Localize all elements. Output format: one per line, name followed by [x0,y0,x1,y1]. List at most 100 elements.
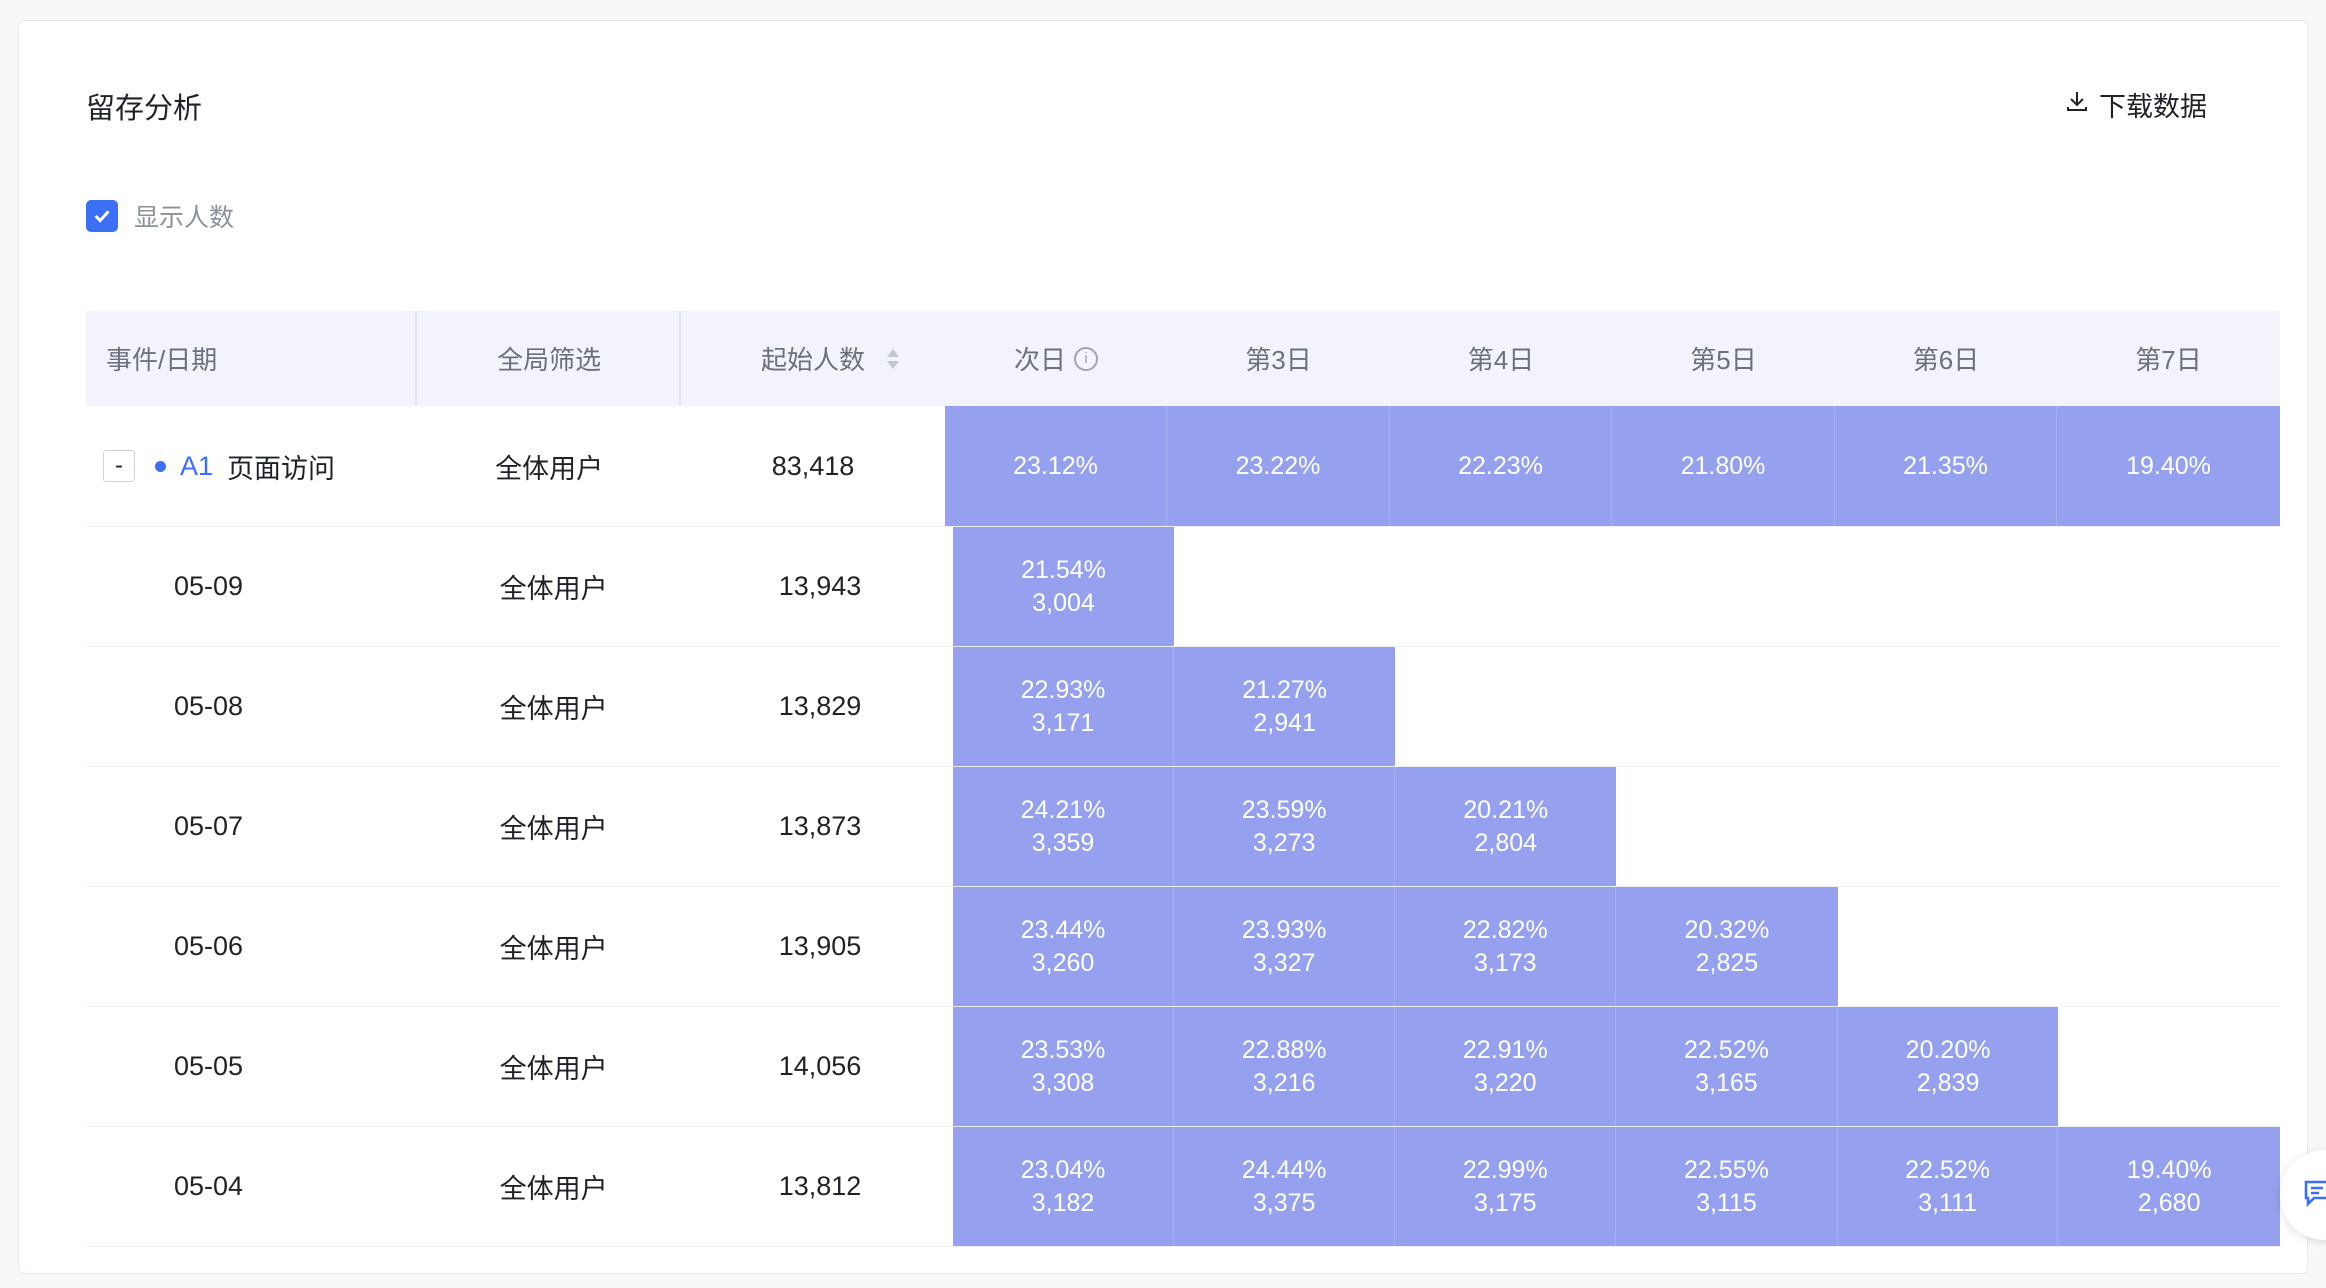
retention-cell: 24.44% 3,375 [1173,1127,1396,1246]
date-cell: 05-08 [174,691,244,721]
retention-rate: 22.99% [1462,1155,1548,1184]
empty-cell [2058,1007,2281,1126]
retention-count: 3,182 [1031,1188,1095,1217]
retention-cell: 21.54% 3,004 [953,527,1174,646]
retention-count: 2,804 [1474,828,1538,857]
retention-rate: 23.53% [1020,1035,1106,1064]
retention-count: 3,273 [1252,828,1316,857]
empty-cell [1837,527,2059,646]
start-count-cell: 14,056 [778,1051,862,1081]
retention-rate-cell: 23.22% [1167,406,1390,526]
column-header-day-3: 第4日 [1467,345,1535,375]
table-row: 05-05 全体用户 14,056 23.53% 3,308 22.88% 3,216 22.… [86,1007,2281,1127]
column-header-day-2: 第3日 [1245,345,1312,375]
start-count-cell: 13,873 [778,811,862,841]
show-count-option[interactable]: 显示人数 [86,198,234,234]
retention-count: 3,165 [1695,1068,1758,1097]
page-title: 留存分析 [86,93,203,125]
retention-cell: 23.04% 3,182 [953,1127,1174,1246]
start-count-cell: 13,905 [778,931,862,961]
empty-cell [2058,767,2281,886]
retention-count: 3,359 [1031,828,1095,857]
empty-cell [2058,527,2280,646]
retention-cell: 23.59% 3,273 [1173,767,1396,886]
column-header-event-date: 事件/日期 [86,311,418,406]
empty-cell [2058,647,2280,766]
filter-cell: 全体用户 [495,453,604,484]
retention-cell: 20.20% 2,839 [1837,1007,2059,1126]
retention-rate: 19.40% [2126,1155,2212,1184]
column-header-day-1: 次日 i [945,311,1167,406]
event-name: 页面访问 [227,453,336,484]
retention-table: 事件/日期 全局筛选 起始人数 次日 i 第3日 第4日 第5日 第6日 第7日 - A1 … [86,311,2281,1247]
download-button[interactable]: 下载数据 [2065,85,2207,124]
retention-cell: 23.93% 3,327 [1173,887,1396,1006]
retention-rate: 23.93% [1241,915,1327,944]
retention-cell: 21.27% 2,941 [1173,647,1396,766]
retention-rate: 23.59% [1241,795,1327,824]
retention-rate: 23.12% [1013,451,1098,480]
retention-rate: 24.21% [1020,795,1106,824]
retention-rate: 22.52% [1905,1155,1990,1184]
column-header-filter: 全局筛选 [417,311,681,406]
filter-cell: 全体用户 [499,1174,608,1204]
retention-count: 3,308 [1031,1068,1095,1097]
info-icon[interactable]: i [1073,346,1098,371]
retention-rate: 22.82% [1462,915,1548,944]
retention-rate: 21.54% [1021,555,1106,584]
date-cell: 05-05 [174,1051,244,1081]
retention-count: 2,680 [2137,1188,2201,1217]
retention-rate-cell: 21.35% [1835,406,2057,526]
event-code: A1 [180,450,214,481]
retention-rate: 23.22% [1235,451,1321,480]
retention-cell: 22.91% 3,220 [1395,1007,1617,1126]
retention-count: 2,941 [1253,708,1316,737]
retention-cell: 22.99% 3,175 [1395,1127,1617,1246]
retention-cell: 22.88% 3,216 [1173,1007,1396,1126]
date-cell: 05-07 [174,811,244,841]
table-row: 05-07 全体用户 13,873 24.21% 3,359 23.59% 3,273 20.… [86,767,2281,887]
retention-rate-cell: 22.23% [1390,406,1612,526]
retention-cell: 23.53% 3,308 [953,1007,1174,1126]
start-count-cell: 13,943 [778,571,862,601]
retention-count: 3,115 [1696,1188,1757,1217]
column-header-start-count[interactable]: 起始人数 [681,311,945,406]
column-header-day-4: 第5日 [1690,345,1757,375]
retention-count: 3,375 [1252,1188,1316,1217]
empty-cell [1173,527,1396,646]
table-row: 05-08 全体用户 13,829 22.93% 3,171 21.27% 2,941 [86,647,2280,767]
filter-cell: 全体用户 [499,1054,608,1084]
table-row-group: - A1 页面访问 全体用户 83,418 23.12% 23.22% 22.23%… [86,406,2280,527]
retention-count: 3,173 [1474,948,1537,977]
retention-cell: 19.40% 2,680 [2058,1127,2281,1246]
retention-panel: 留存分析 下载数据 显示人数 事件/日期 全局筛选 起始人数 次日 i 第3日 … [18,20,2308,1274]
start-count-cell: 13,829 [778,691,862,721]
retention-rate: 20.21% [1463,795,1549,824]
retention-count: 2,825 [1695,948,1759,977]
column-header-day-5: 第6日 [1912,345,1980,375]
retention-rate: 21.35% [1903,451,1988,480]
retention-cell: 22.52% 3,111 [1837,1127,2059,1246]
empty-cell [1837,887,2059,1006]
retention-rate: 22.52% [1684,1035,1769,1064]
retention-rate: 23.44% [1020,915,1106,944]
retention-rate: 22.93% [1020,675,1106,704]
collapse-button[interactable]: - [103,450,135,482]
retention-cell: 24.21% 3,359 [953,767,1174,886]
show-count-checkbox[interactable] [86,200,118,232]
date-cell: 05-06 [174,931,244,961]
start-count-cell: 13,812 [778,1171,862,1201]
retention-rate: 21.27% [1242,675,1328,704]
retention-rate: 21.80% [1680,451,1766,480]
retention-rate: 22.23% [1458,451,1543,480]
retention-rate-cell: 23.12% [945,406,1167,526]
retention-rate: 22.88% [1241,1035,1327,1064]
retention-count: 3,171 [1031,708,1095,737]
show-count-label: 显示人数 [134,204,235,232]
start-count-cell: 83,418 [771,450,855,481]
table-row: 05-06 全体用户 13,905 23.44% 3,260 23.93% 3,327 22.… [86,887,2280,1007]
retention-count: 3,111 [1918,1188,1977,1217]
sort-icon[interactable] [885,347,901,371]
retention-count: 3,216 [1252,1068,1316,1097]
retention-count: 3,220 [1474,1068,1537,1097]
